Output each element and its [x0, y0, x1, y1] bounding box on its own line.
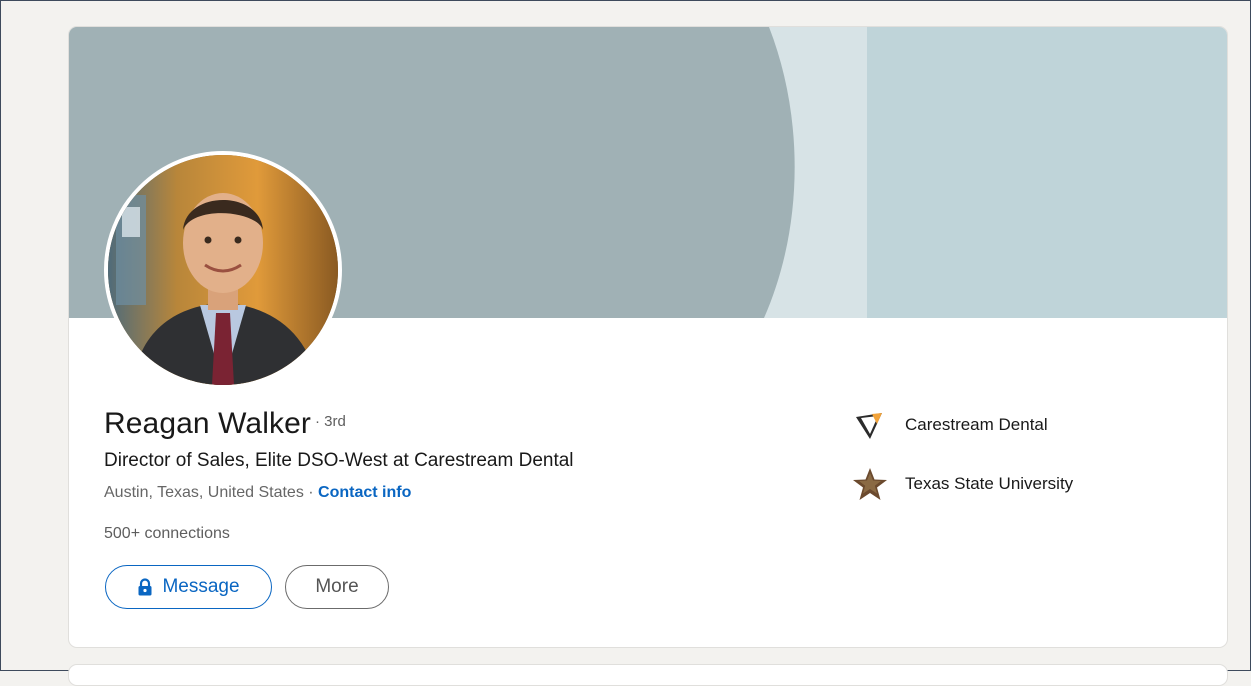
- texas-state-star-icon: [853, 468, 887, 500]
- message-button-label: Message: [162, 576, 240, 597]
- connections-count[interactable]: 500+ connections: [104, 525, 230, 543]
- current-company[interactable]: Carestream Dental: [852, 407, 1048, 443]
- lock-icon: [138, 578, 152, 596]
- next-card: [68, 664, 1228, 686]
- message-button[interactable]: Message: [105, 565, 272, 609]
- profile-location: Austin, Texas, United States: [104, 484, 304, 501]
- profile-card: Reagan Walker · 3rd Director of Sales, E…: [68, 26, 1228, 648]
- more-button-label: More: [315, 576, 359, 597]
- name-row: Reagan Walker · 3rd: [104, 407, 346, 441]
- school-name: Texas State University: [905, 474, 1074, 493]
- education-school[interactable]: Texas State University: [852, 466, 1073, 502]
- company-name: Carestream Dental: [905, 415, 1048, 434]
- profile-name: Reagan Walker: [104, 407, 311, 440]
- connection-degree: · 3rd: [314, 413, 346, 430]
- separator: ·: [303, 484, 319, 501]
- more-button[interactable]: More: [285, 565, 389, 609]
- location-row: Austin, Texas, United States · Contact i…: [104, 484, 411, 502]
- profile-headline: Director of Sales, Elite DSO-West at Car…: [104, 450, 574, 471]
- avatar[interactable]: [104, 151, 342, 389]
- contact-info-link[interactable]: Contact info: [318, 484, 411, 501]
- profile-photo: [108, 155, 338, 385]
- carestream-logo-icon: [856, 413, 882, 439]
